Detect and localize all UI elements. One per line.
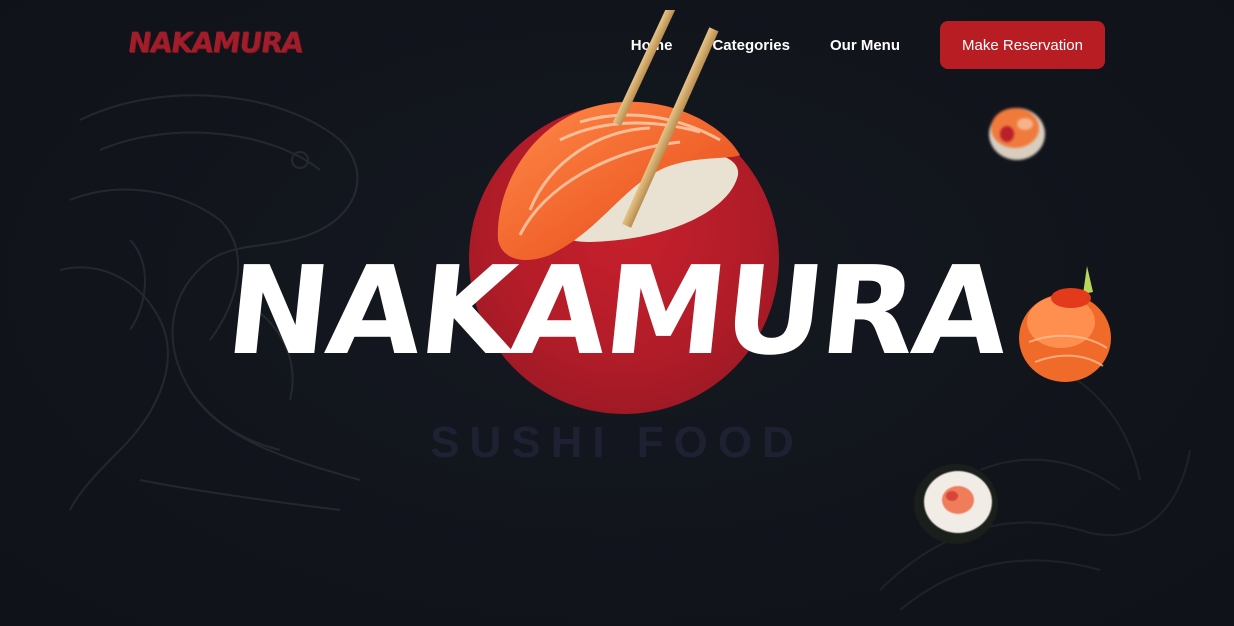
nav-our-menu-link[interactable]: Our Menu <box>830 37 900 54</box>
make-reservation-button[interactable]: Make Reservation <box>940 21 1105 69</box>
sushi-roll-image <box>989 108 1045 160</box>
sushi-roll-image <box>914 464 998 544</box>
brand-logo[interactable]: NAKAMURA <box>126 26 305 59</box>
hero-subtitle: SUSHI FOOD <box>430 418 804 467</box>
hero-title: NAKAMURA <box>220 240 1014 382</box>
sushi-hero-image <box>497 10 740 260</box>
landing-page: NAKAMURA Home Categories Our Menu Make R… <box>0 0 1234 626</box>
